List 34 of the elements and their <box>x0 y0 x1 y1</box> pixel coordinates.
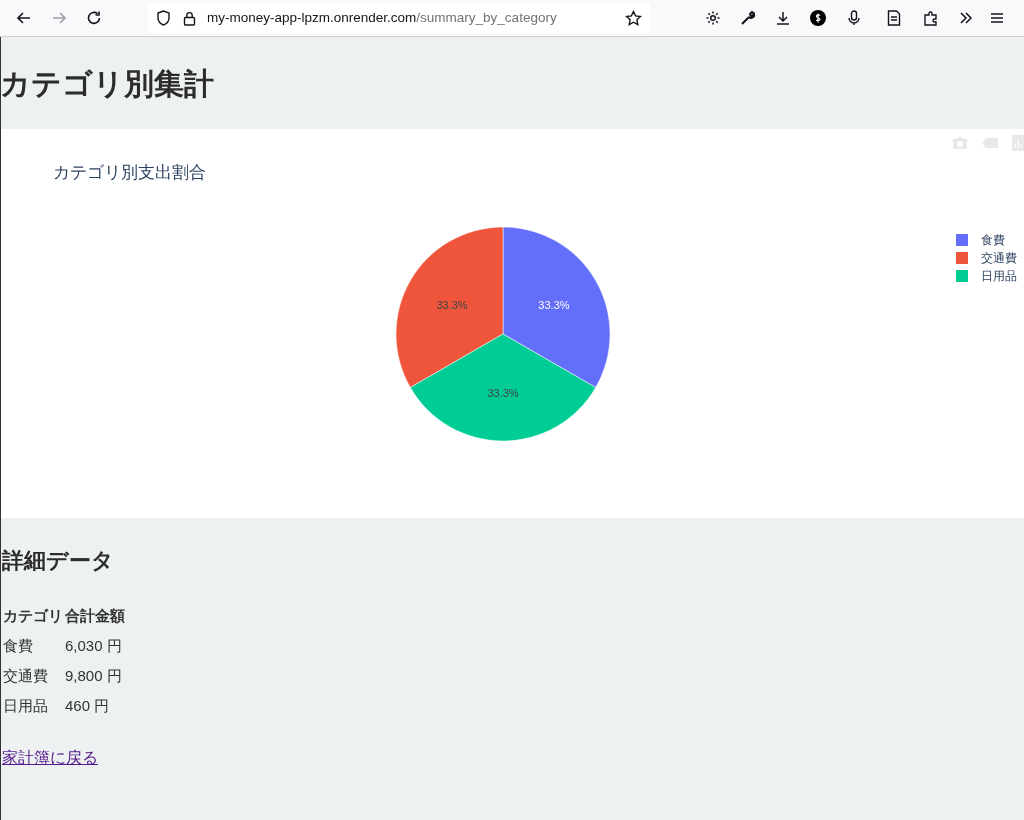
column-header: 合計金額 <box>65 606 125 626</box>
slice-label: 33.3% <box>487 386 519 399</box>
bookmark-star-icon[interactable] <box>625 9 642 27</box>
legend-label[interactable]: 食費 <box>981 231 1005 249</box>
table-cell-text: 交通費 <box>3 666 49 686</box>
shield-icon[interactable] <box>156 10 171 26</box>
table-cell-text: 460 円 <box>65 696 111 716</box>
download-icon[interactable] <box>775 10 791 26</box>
slice-label: 33.3% <box>436 298 468 311</box>
back-link[interactable]: 家計簿に戻る <box>2 746 98 770</box>
slice-label: 33.3% <box>538 298 570 311</box>
table-cell-text: 食費 <box>3 636 34 656</box>
reload-icon[interactable] <box>86 10 102 26</box>
legend-label[interactable]: 日用品 <box>981 267 1017 285</box>
overflow-icon[interactable] <box>959 11 973 25</box>
legend-label[interactable]: 交通費 <box>981 249 1017 267</box>
legend-swatch[interactable] <box>956 270 968 282</box>
reader-icon[interactable] <box>887 10 901 26</box>
back-icon[interactable] <box>16 10 32 26</box>
column-header: カテゴリ <box>3 606 63 626</box>
section-heading: 詳細データ <box>1 547 115 575</box>
chart-title: カテゴリ別支出割合 <box>53 162 206 184</box>
table-cell-text: 6,030 円 <box>65 636 123 656</box>
page-title: カテゴリ別集計 <box>0 65 215 102</box>
wrench-icon[interactable] <box>740 10 756 26</box>
puzzle-icon[interactable] <box>923 10 939 26</box>
microphone-icon[interactable] <box>847 10 861 26</box>
lock-icon[interactable] <box>183 10 196 26</box>
table-cell-text: 9,800 円 <box>65 666 123 686</box>
address-bar[interactable]: my-money-app-lpzm.onrender.com/summary_by_category <box>148 3 650 33</box>
menu-icon[interactable] <box>991 12 1003 24</box>
legend-swatch[interactable] <box>956 252 968 264</box>
legend-swatch[interactable] <box>956 234 968 246</box>
table-cell-text: 日用品 <box>3 696 49 716</box>
